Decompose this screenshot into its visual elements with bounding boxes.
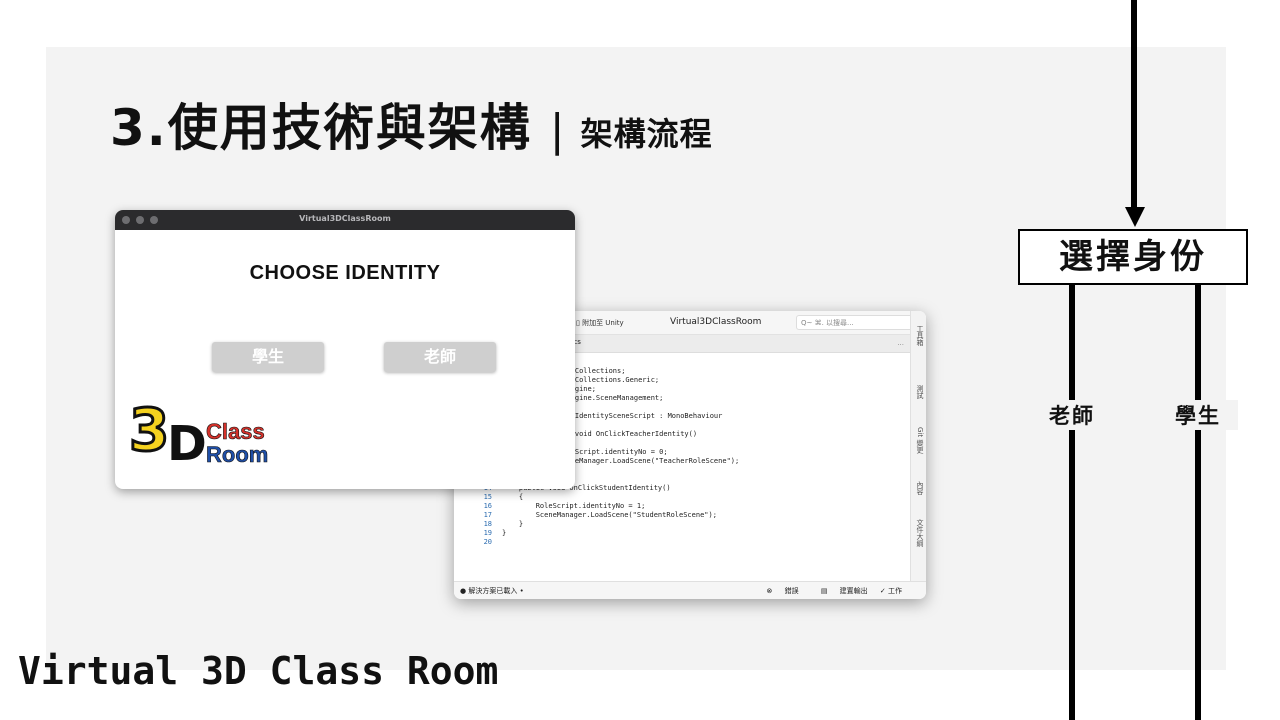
- side-panel-tab[interactable]: 文件大綱: [915, 519, 925, 547]
- code-line[interactable]: 16 RoleScript.identityNo = 1;: [454, 502, 904, 511]
- status-build[interactable]: ▤ 建置輸出: [811, 587, 868, 595]
- flow-arrow-icon: [1125, 207, 1145, 227]
- side-panel-tab[interactable]: 內容: [915, 481, 925, 495]
- title-main: 3.使用技術與架構: [110, 99, 532, 157]
- game-titlebar: Virtual3DClassRoom: [115, 210, 575, 230]
- status-work[interactable]: ✓ 工作: [880, 587, 902, 595]
- line-number: 16: [483, 502, 492, 510]
- attach-unity-button[interactable]: ▯ 附加至 Unity: [576, 318, 624, 328]
- status-build-label: 建置輸出: [839, 587, 868, 595]
- line-number: 20: [483, 538, 492, 546]
- flow-line-top: [1131, 0, 1137, 212]
- slide-title: 3.使用技術與架構 | 架構流程: [110, 88, 713, 160]
- code-line[interactable]: 20: [454, 538, 904, 547]
- code-text: }: [502, 520, 524, 528]
- code-line[interactable]: 19}: [454, 529, 904, 538]
- ide-side-panel: 工具箱測試 Git 變更內容文件大綱: [910, 311, 926, 581]
- flow-label-teacher: 老師: [1032, 400, 1112, 430]
- teacher-button[interactable]: 老師: [384, 342, 496, 372]
- status-errors[interactable]: ⊗ 錯誤: [757, 587, 799, 595]
- side-panel-tab[interactable]: 測試: [915, 385, 925, 399]
- attach-label: 附加至 Unity: [582, 319, 624, 327]
- code-text: {: [502, 493, 524, 501]
- code-line[interactable]: 18 }: [454, 520, 904, 529]
- game-window: Virtual3DClassRoom CHOOSE IDENTITY 學生 老師…: [115, 210, 575, 489]
- side-panel-tab[interactable]: 工具箱: [915, 325, 925, 346]
- status-right: ⊗ 錯誤 ▤ 建置輸出 ✓ 工作: [747, 586, 903, 596]
- status-errors-label: 錯誤: [784, 587, 799, 595]
- choose-identity-heading: CHOOSE IDENTITY: [249, 262, 441, 284]
- title-separator: |: [549, 105, 567, 156]
- error-icon: ⊗: [766, 587, 775, 595]
- status-solution-loaded: ● 解決方案已載入 •: [460, 586, 524, 596]
- code-line[interactable]: 17 SceneManager.LoadScene("StudentRoleSc…: [454, 511, 904, 520]
- title-subtitle: 架構流程: [580, 115, 713, 153]
- game-window-title: Virtual3DClassRoom: [299, 214, 391, 223]
- slide: 3.使用技術與架構 | 架構流程 ▯ 附加至 Unity Virtual3DClas…: [0, 0, 1280, 720]
- tab-overflow-button[interactable]: ...: [897, 339, 904, 347]
- brand-wordmark: Virtual 3D Class Room: [18, 649, 498, 693]
- code-text: lic void OnClickTeacherIdentity(): [558, 430, 698, 438]
- line-number: 15: [483, 493, 492, 501]
- line-number: 17: [483, 511, 492, 519]
- build-output-icon: ▤: [820, 587, 830, 595]
- logo-letter: D: [167, 416, 207, 466]
- logo-word-room: Room: [206, 442, 268, 466]
- code-line[interactable]: 15 {: [454, 493, 904, 502]
- flow-line-student: [1195, 285, 1201, 720]
- line-number: 18: [483, 520, 492, 528]
- ide-search-input[interactable]: Q~ ⌘. 以搜尋...: [796, 315, 916, 330]
- brand-text: Virtual 3D Class Room: [18, 649, 498, 693]
- side-panel-tab[interactable]: Git 變更: [915, 427, 925, 453]
- select-identity-box: 選擇身份: [1018, 229, 1248, 285]
- code-text: RoleScript.identityNo = 1;: [502, 502, 646, 510]
- code-text: SceneManager.LoadScene("StudentRoleScene…: [502, 511, 717, 519]
- student-button[interactable]: 學生: [212, 342, 324, 372]
- flow-label-student: 學生: [1158, 400, 1238, 430]
- logo-digit: 3: [129, 400, 169, 464]
- classroom-logo: 3 D Class Room: [128, 400, 269, 466]
- flow-line-teacher: [1069, 285, 1075, 720]
- logo-word-class: Class: [206, 419, 265, 444]
- code-text: SceneManager.LoadScene("TeacherRoleScene…: [558, 457, 740, 465]
- line-number: 19: [483, 529, 492, 537]
- ide-title: Virtual3DClassRoom: [670, 317, 762, 327]
- code-text: }: [502, 529, 507, 537]
- status-left-text: 解決方案已載入 •: [468, 587, 524, 595]
- code-text: ass IdentitySceneScript : MonoBehaviour: [558, 412, 723, 420]
- ide-status-bar: ● 解決方案已載入 • ⊗ 錯誤 ▤ 建置輸出 ✓ 工作: [454, 581, 926, 599]
